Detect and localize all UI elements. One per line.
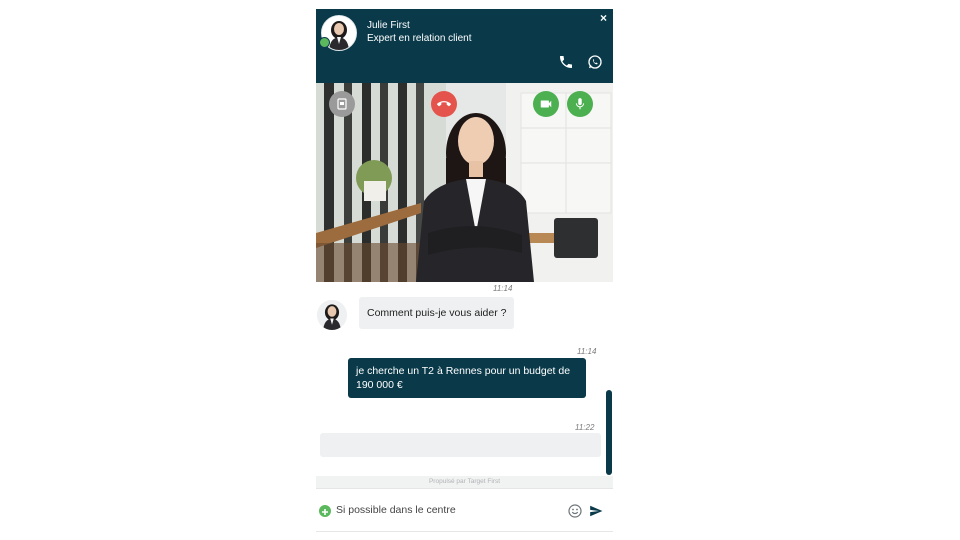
chat-scrollbar[interactable] — [606, 390, 612, 475]
agent-video-image — [316, 83, 613, 282]
message-input[interactable] — [336, 501, 561, 519]
screen-share-icon — [337, 98, 347, 110]
emoji-icon[interactable] — [568, 504, 582, 518]
phone-icon[interactable] — [558, 54, 574, 70]
hang-up-icon — [437, 101, 451, 107]
whatsapp-icon[interactable] — [587, 54, 603, 70]
message-time: 11:14 — [577, 347, 597, 356]
visitor-message-bubble-empty — [320, 433, 601, 457]
agent-message-avatar — [317, 300, 347, 330]
camera-icon — [540, 100, 552, 108]
microphone-icon — [575, 98, 585, 110]
agent-name: Julie First — [367, 20, 410, 31]
add-icon[interactable] — [319, 505, 331, 517]
visitor-message-bubble: je cherche un T2 à Rennes pour un budget… — [348, 358, 586, 398]
agent-title: Expert en relation client — [367, 33, 472, 44]
screen-share-button[interactable] — [329, 91, 355, 117]
chat-widget: Julie First Expert en relation client × — [316, 9, 613, 532]
video-feed — [316, 83, 613, 282]
microphone-button[interactable] — [567, 91, 593, 117]
powered-by: Propulsé par Target First — [316, 476, 613, 488]
close-button[interactable]: × — [600, 11, 607, 25]
message-composer — [316, 488, 613, 532]
send-icon[interactable] — [589, 504, 603, 518]
hang-up-button[interactable] — [431, 91, 457, 117]
online-status-dot — [319, 37, 330, 48]
camera-button[interactable] — [533, 91, 559, 117]
message-time: 11:22 — [575, 423, 595, 432]
agent-message-bubble: Comment puis-je vous aider ? — [359, 297, 515, 329]
chat-header: Julie First Expert en relation client × — [316, 9, 613, 83]
message-time: 11:14 — [493, 284, 513, 293]
